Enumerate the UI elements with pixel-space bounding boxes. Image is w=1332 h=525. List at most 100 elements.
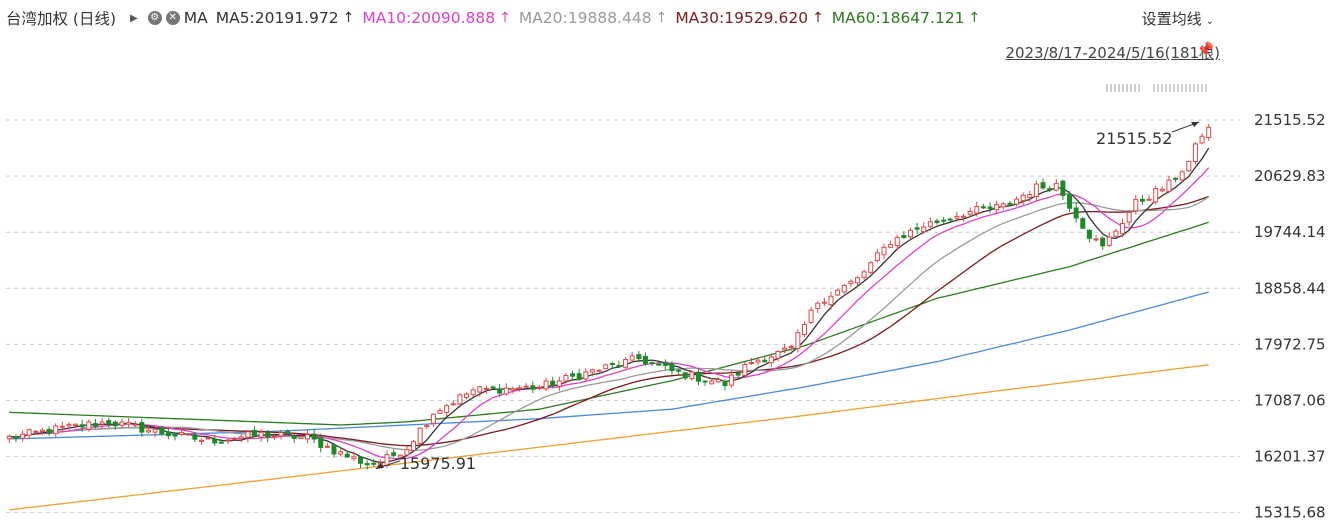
- candle-body: [821, 301, 827, 304]
- ma-line-ma20: [9, 196, 1210, 452]
- candle-body: [172, 434, 178, 437]
- candle-body: [921, 226, 927, 233]
- candle-body: [523, 385, 529, 388]
- candle-body: [185, 433, 191, 436]
- candle-body: [748, 361, 754, 364]
- candle-body: [6, 435, 12, 440]
- candle-body: [66, 423, 72, 427]
- candle-body: [861, 271, 867, 278]
- candle-body: [987, 206, 993, 209]
- candle-body: [702, 380, 708, 383]
- candle-body: [596, 369, 602, 372]
- y-tick-label: 15315.68: [1254, 504, 1326, 522]
- candle-body: [450, 403, 456, 406]
- candle-body: [901, 235, 907, 239]
- candle-body: [46, 429, 52, 434]
- candle-body: [629, 355, 635, 361]
- candle-body: [291, 435, 297, 439]
- candle-body: [755, 359, 761, 363]
- candle-body: [1186, 160, 1192, 172]
- candle-body: [179, 431, 185, 435]
- candle-body: [245, 431, 251, 438]
- candle-body: [874, 252, 880, 262]
- candle-body: [79, 424, 85, 428]
- candle-body: [636, 354, 642, 360]
- candle-body: [908, 229, 913, 238]
- candle-body: [1073, 207, 1079, 219]
- candle-body: [722, 380, 728, 387]
- candle-body: [318, 437, 324, 448]
- candle-body: [238, 436, 244, 439]
- candle-body: [543, 380, 549, 390]
- candle-body: [444, 405, 450, 413]
- candle-body: [848, 280, 854, 284]
- candle-body: [536, 386, 542, 389]
- candle-body: [132, 423, 138, 426]
- candle-body: [1060, 180, 1066, 196]
- candle-body: [510, 388, 516, 391]
- candle-body: [967, 210, 973, 215]
- candle-body: [384, 454, 390, 466]
- candle-body: [603, 364, 609, 370]
- candle-body: [914, 227, 920, 230]
- candle-body: [218, 441, 224, 444]
- candle-body: [430, 413, 436, 424]
- candle-body: [278, 432, 284, 437]
- candle-body: [92, 423, 98, 427]
- y-tick-label: 18858.44: [1254, 279, 1326, 297]
- candle-body: [669, 363, 675, 372]
- candle-body: [762, 359, 768, 363]
- candle-body: [841, 284, 847, 293]
- candle-body: [159, 427, 165, 435]
- candle-body: [881, 246, 887, 256]
- candle-body: [417, 427, 423, 444]
- candle-body: [894, 237, 900, 247]
- candle-body: [1173, 177, 1179, 180]
- candle-body: [775, 350, 781, 359]
- candle-body: [73, 423, 79, 427]
- candle-body: [1033, 183, 1039, 198]
- candle-body: [1153, 188, 1159, 203]
- candle-body: [344, 453, 350, 458]
- candle-body: [583, 371, 589, 380]
- candle-body: [391, 452, 397, 456]
- candle-body: [742, 364, 748, 376]
- candle-body: [715, 379, 721, 383]
- candle-body: [198, 439, 204, 442]
- candle-body: [1067, 193, 1073, 209]
- candle-body: [1053, 182, 1059, 191]
- candle-body: [980, 206, 986, 209]
- candle-body: [1179, 171, 1185, 181]
- candle-body: [145, 429, 151, 433]
- candle-body: [623, 359, 629, 368]
- candle-body: [165, 431, 171, 437]
- candle-body: [311, 433, 317, 440]
- ma-line-ma120: [9, 291, 1209, 440]
- ma-line-ma250: [9, 364, 1209, 511]
- candle-body: [437, 410, 443, 414]
- annotation-label: 21515.52: [1096, 129, 1172, 148]
- candle-body: [1047, 188, 1053, 191]
- candle-body: [192, 434, 198, 440]
- candle-body: [1093, 238, 1099, 241]
- candle-body: [795, 332, 801, 349]
- candle-body: [126, 422, 132, 425]
- candle-body: [1014, 198, 1020, 205]
- candle-body: [364, 463, 370, 466]
- candle-body: [517, 387, 523, 390]
- candle-body: [576, 373, 582, 380]
- annotation-label: 15975.91: [400, 454, 476, 473]
- candle-body: [119, 421, 125, 426]
- candle-body: [801, 323, 807, 336]
- candle-body: [589, 369, 595, 373]
- candle-body: [324, 445, 330, 448]
- candle-body: [285, 430, 291, 434]
- candle-body: [411, 441, 417, 451]
- candle-body: [550, 380, 556, 387]
- candle-body: [1100, 237, 1106, 247]
- candle-body: [152, 428, 158, 433]
- candle-body: [20, 433, 26, 439]
- plot-area: 21515.52 20629.83 19744.14 18858.44 17972.75…: [6, 111, 1326, 522]
- candle-body: [99, 421, 105, 425]
- candle-body: [941, 219, 947, 222]
